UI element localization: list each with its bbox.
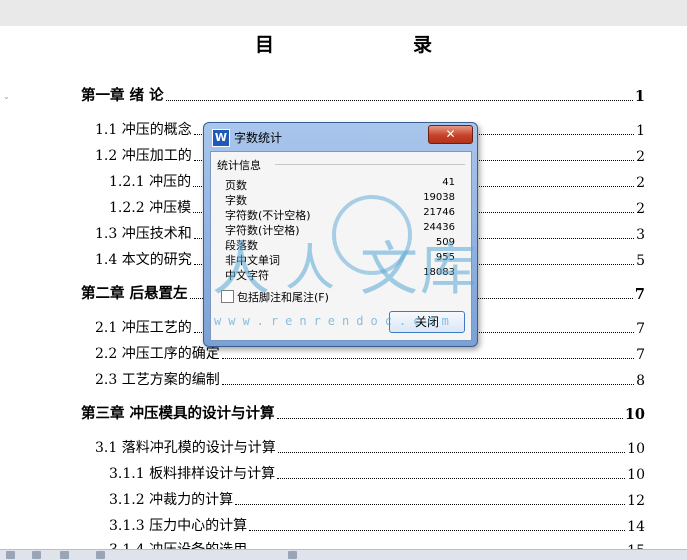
toc-entry-page: 2	[636, 149, 645, 165]
watermark-char: 人	[212, 235, 271, 303]
toc-leader-dots	[235, 504, 626, 505]
toc-entry-label: 1.1 冲压的概念	[95, 122, 192, 138]
toc-entry-label: 2.3 工艺方案的编制	[95, 372, 220, 388]
watermark-char: 人	[285, 239, 335, 297]
toc-entry-page: 1	[636, 123, 645, 139]
toc-entry-page: 7	[634, 286, 645, 303]
wps-app-icon: W	[212, 129, 230, 147]
toc-entry[interactable]: 第一章 绪 论 1	[81, 87, 645, 105]
stat-value: 19038	[423, 192, 455, 203]
toc-entry[interactable]: 3.1.3 压力中心的计算 14	[109, 517, 645, 535]
toc-entry-page: 3	[636, 227, 645, 243]
toc-entry-label: 1.2.2 冲压模	[109, 200, 192, 216]
toc-leader-dots	[276, 418, 623, 419]
toc-leader-dots	[221, 358, 635, 359]
stat-label: 页数	[225, 179, 247, 192]
toolbar-icon[interactable]	[32, 551, 41, 559]
toolbar-icon[interactable]	[96, 551, 105, 559]
toolbar-icon[interactable]	[288, 551, 297, 559]
toc-entry[interactable]: 3.1 落料冲孔模的设计与计算 10	[95, 439, 645, 457]
toc-entry-page: 10	[624, 406, 645, 423]
toc-entry[interactable]: 3.1.2 冲裁力的计算 12	[109, 491, 645, 509]
toc-entry-page: 12	[627, 493, 645, 509]
watermark-char: 文	[360, 235, 419, 303]
toc-entry-page: 10	[627, 467, 645, 483]
toc-entry-label: 1.4 本文的研究	[95, 252, 192, 268]
close-icon[interactable]: ✕	[428, 125, 473, 144]
toc-entry-page: 5	[636, 253, 645, 269]
toc-entry-page: 2	[636, 201, 645, 217]
stat-label: 字符数(不计空格)	[225, 209, 311, 222]
stat-value: 41	[442, 177, 455, 188]
dialog-titlebar[interactable]: W 字数统计 ✕	[204, 123, 477, 149]
toc-entry[interactable]: 第三章 冲压模具的设计与计算 10	[81, 405, 645, 423]
toc-entry-label: 1.3 冲压技术和	[95, 226, 192, 242]
toc-entry-label: 第一章 绪 论	[81, 87, 164, 104]
watermark-url: www.renrendoc.com	[214, 314, 456, 328]
toolbar-icon[interactable]	[60, 551, 69, 559]
toc-entry-page: 14	[627, 519, 645, 535]
toc-title: 目 录	[254, 34, 492, 56]
margin-marker: ⌄	[3, 92, 10, 101]
toc-leader-dots	[165, 100, 633, 101]
toc-entry-label: 3.1 落料冲孔模的设计与计算	[95, 440, 276, 456]
toc-leader-dots	[249, 530, 626, 531]
group-divider	[275, 164, 465, 165]
toc-entry-page: 7	[636, 347, 645, 363]
toc-entry[interactable]: 2.3 工艺方案的编制 8	[95, 371, 645, 389]
toc-entry-label: 2.2 冲压工序的确定	[95, 346, 220, 362]
watermark-char: 库	[420, 238, 476, 303]
toc-entry[interactable]: 3.1.1 板料排样设计与计算 10	[109, 465, 645, 483]
toc-entry-label: 第三章 冲压模具的设计与计算	[81, 405, 275, 422]
window-top-bar	[0, 0, 687, 26]
stat-value: 21746	[423, 207, 455, 218]
stat-row: 字数 19038	[225, 192, 455, 207]
stat-row: 页数 41	[225, 177, 455, 192]
dialog-title: 字数统计	[234, 131, 283, 145]
bottom-toolbar	[0, 549, 687, 560]
toc-entry-page: 2	[636, 175, 645, 191]
toc-entry-page: 1	[634, 88, 645, 105]
stat-label: 字数	[225, 194, 247, 207]
toc-entry-page: 7	[636, 321, 645, 337]
toc-entry-label: 1.2.1 冲压的	[109, 174, 192, 190]
toc-leader-dots	[221, 384, 635, 385]
toc-entry-label: 3.1.1 板料排样设计与计算	[109, 466, 276, 482]
toc-leader-dots	[277, 478, 626, 479]
toc-entry-label: 1.2 冲压加工的	[95, 148, 192, 164]
toc-leader-dots	[277, 452, 626, 453]
stats-group-label: 统计信息	[217, 157, 264, 173]
toc-entry-label: 3.1.2 冲裁力的计算	[109, 492, 234, 508]
toolbar-icon[interactable]	[6, 551, 15, 559]
toc-entry-page: 8	[636, 373, 645, 389]
toc-entry-label: 3.1.3 压力中心的计算	[109, 518, 248, 534]
toc-entry-label: 2.1 冲压工艺的	[95, 320, 192, 336]
toc-entry[interactable]: 2.2 冲压工序的确定 7	[95, 345, 645, 363]
toc-entry-page: 10	[627, 441, 645, 457]
toc-entry-label: 第二章 后悬置左	[81, 285, 188, 302]
